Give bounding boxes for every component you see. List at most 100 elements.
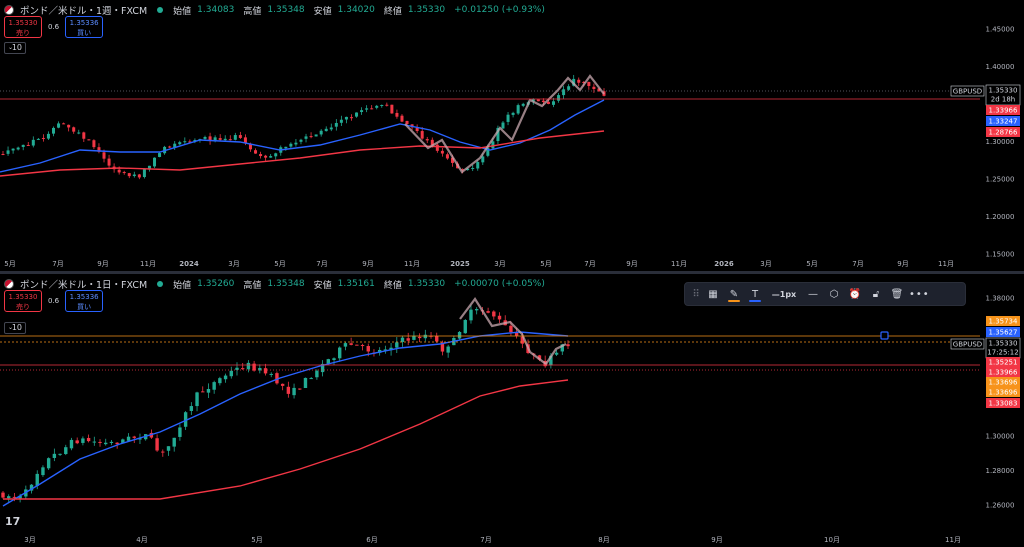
candle-body (400, 337, 405, 342)
time-axis-label: 2025 (450, 260, 470, 268)
candle (41, 465, 45, 477)
candle (246, 360, 251, 373)
candle (370, 105, 374, 110)
weekly-chart-canvas[interactable]: 1.450001.400001.350001.300001.250001.200… (0, 0, 1024, 271)
weekly-chart-pane[interactable]: 1.450001.400001.350001.300001.250001.200… (0, 0, 1024, 271)
candle (567, 84, 571, 91)
indicator-toggle-button[interactable]: ⌄ 10 (4, 322, 26, 334)
candle-body (21, 144, 25, 147)
candle-body (137, 174, 141, 178)
indicator-toggle-button[interactable]: ⌄ 10 (4, 42, 26, 54)
line-width-button[interactable]: — 1px (767, 285, 801, 303)
candle (577, 77, 581, 87)
time-axis-label: 5月 (540, 260, 551, 268)
candle (218, 134, 222, 142)
candle (343, 341, 348, 351)
buy-button[interactable]: 1.35336 買い (65, 290, 104, 312)
ray-anchor-handle[interactable] (880, 331, 889, 340)
candle (75, 437, 79, 445)
daily-chart-canvas[interactable]: 1.380001.360001.340001.320001.300001.280… (0, 274, 1024, 547)
candle (516, 103, 520, 115)
market-open-icon (157, 281, 164, 287)
candle (206, 383, 211, 398)
chevron-down-icon: ⌄ (8, 324, 14, 331)
price-tag-label: 1.33247 (989, 118, 1018, 126)
pencil-icon[interactable]: ✎ (725, 285, 743, 303)
candle (429, 331, 433, 339)
candle (1, 490, 5, 499)
candle-body (400, 115, 404, 122)
candle (314, 134, 318, 137)
candle (289, 142, 293, 149)
candle-body (72, 127, 76, 132)
candle (474, 307, 479, 315)
spread-value: 0.6 (48, 23, 60, 31)
candle (395, 109, 399, 119)
candle (406, 332, 410, 346)
candle-body (420, 131, 424, 139)
template-icon[interactable]: ▦ (704, 285, 722, 303)
buy-button[interactable]: 1.35336 買い (65, 16, 104, 38)
candle-body (304, 136, 308, 139)
candle (417, 333, 422, 343)
buy-label: 買い (77, 29, 92, 37)
text-color-icon[interactable]: T (746, 285, 764, 303)
candle-body (238, 135, 242, 138)
candle-body (289, 143, 293, 147)
candle (280, 383, 285, 391)
time-axis-label: 9月 (626, 260, 637, 268)
change-value: +0.01250 (+0.93%) (454, 5, 545, 15)
time-axis-label: 9月 (97, 260, 108, 268)
candle (223, 135, 227, 141)
line-style-icon[interactable]: — (804, 285, 822, 303)
more-options-icon[interactable]: ••• (909, 285, 930, 303)
candle (178, 424, 182, 441)
candle (469, 305, 473, 324)
candle (269, 154, 273, 158)
candle (46, 131, 50, 140)
candle-body (117, 169, 121, 173)
candle-body (41, 137, 45, 139)
sell-button[interactable]: 1.35330 売り (4, 16, 42, 38)
candle-body (355, 112, 359, 117)
candle-body (554, 352, 559, 355)
candle-body (329, 127, 333, 130)
sell-button[interactable]: 1.35330 売り (4, 290, 42, 312)
trash-icon[interactable]: 🗑︎ (888, 285, 906, 303)
candle-body (492, 311, 496, 317)
moving-average-fast (2, 331, 569, 507)
close-label: 終値 (383, 280, 402, 291)
drag-handle-icon[interactable]: ⠿ (691, 285, 701, 303)
candle-body (592, 86, 596, 90)
candle (92, 436, 97, 446)
logo-text: 17 (5, 515, 21, 528)
symbol-title[interactable]: ポンド／米ドル・1週・FXCM (20, 3, 147, 17)
candle-body (35, 473, 39, 486)
candle-body (375, 105, 379, 108)
time-axis-label: 6月 (366, 536, 377, 544)
low-value: 1.34020 (337, 5, 375, 15)
lock-icon[interactable]: 🔓︎ (867, 285, 885, 303)
candle-body (514, 332, 519, 336)
symbol-title[interactable]: ポンド／米ドル・1日・FXCM (20, 277, 147, 291)
candle (415, 124, 419, 134)
tradingview-logo[interactable]: 17 (5, 515, 20, 528)
candle-body (218, 378, 222, 384)
candle-body (445, 154, 449, 159)
drawing-toolbar: ⠿ ▦ ✎ T — 1px — ⬡ ⏰ 🔓︎ 🗑︎ ••• (684, 282, 966, 306)
candle (109, 440, 114, 446)
candle (298, 388, 302, 390)
candle-body (541, 100, 545, 103)
candle (521, 102, 525, 108)
daily-chart-pane[interactable]: 1.380001.360001.340001.320001.300001.280… (0, 274, 1024, 547)
candle-body (195, 392, 199, 407)
candle (492, 310, 496, 320)
candle-body (303, 377, 308, 388)
alert-icon[interactable]: ⏰ (846, 285, 864, 303)
candle-body (189, 406, 194, 411)
candle (16, 146, 20, 151)
price-tag-label: 1.33083 (989, 400, 1018, 408)
time-axis-label: 5月 (4, 260, 15, 268)
settings-icon[interactable]: ⬡ (825, 285, 843, 303)
candle-body (366, 346, 370, 352)
